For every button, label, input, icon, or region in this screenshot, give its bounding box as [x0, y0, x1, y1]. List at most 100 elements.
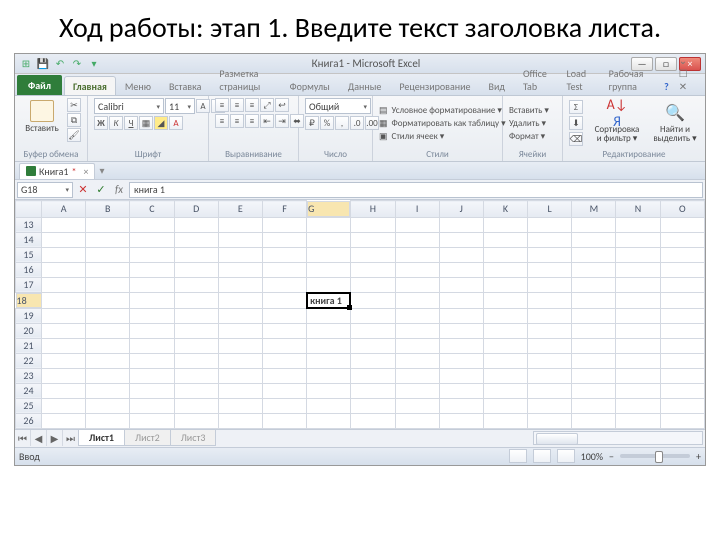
- fill-color-icon[interactable]: ◢: [154, 116, 168, 130]
- cell[interactable]: [351, 323, 395, 338]
- cell[interactable]: [395, 262, 439, 277]
- tab-view[interactable]: Вид: [480, 76, 514, 95]
- font-name-select[interactable]: Calibri▾: [94, 98, 164, 114]
- cell[interactable]: [86, 383, 130, 398]
- cell[interactable]: [307, 308, 351, 323]
- row-header[interactable]: 14: [16, 232, 42, 247]
- tab-loadtest[interactable]: Load Test: [558, 63, 600, 95]
- row-header[interactable]: 17: [16, 277, 42, 292]
- cell[interactable]: [395, 338, 439, 353]
- cell[interactable]: [130, 217, 174, 232]
- align-middle-icon[interactable]: ≡: [230, 98, 244, 112]
- cell[interactable]: [395, 308, 439, 323]
- cell[interactable]: [395, 277, 439, 292]
- view-pagebreak-icon[interactable]: [557, 449, 575, 463]
- col-header[interactable]: N: [616, 201, 660, 218]
- active-cell[interactable]: книга 1: [307, 292, 351, 308]
- redo-icon[interactable]: ↷: [70, 57, 84, 71]
- cell[interactable]: [660, 323, 704, 338]
- cell[interactable]: [483, 323, 527, 338]
- save-icon[interactable]: 💾: [36, 57, 50, 71]
- cell[interactable]: [86, 247, 130, 262]
- tab-review[interactable]: Рецензирование: [390, 76, 479, 95]
- cell[interactable]: [572, 292, 616, 308]
- number-format-select[interactable]: Общий▾: [305, 98, 371, 114]
- cell[interactable]: [307, 383, 351, 398]
- cell[interactable]: [660, 247, 704, 262]
- cell[interactable]: [174, 308, 218, 323]
- row-header[interactable]: 25: [16, 398, 42, 413]
- orientation-icon[interactable]: ⤢: [260, 98, 274, 112]
- cell[interactable]: [395, 232, 439, 247]
- row-header[interactable]: 20: [16, 323, 42, 338]
- cell[interactable]: [307, 247, 351, 262]
- cell[interactable]: [174, 368, 218, 383]
- tab-data[interactable]: Данные: [339, 76, 391, 95]
- cell[interactable]: [307, 338, 351, 353]
- fill-handle[interactable]: [347, 305, 352, 310]
- cell[interactable]: [86, 338, 130, 353]
- format-painter-icon[interactable]: 🖌: [67, 128, 81, 142]
- inc-decimal-icon[interactable]: .0: [350, 116, 364, 130]
- view-layout-icon[interactable]: [533, 449, 551, 463]
- find-select-button[interactable]: 🔍 Найти и выделить ▾: [651, 101, 699, 145]
- cell[interactable]: [395, 383, 439, 398]
- cell[interactable]: [130, 383, 174, 398]
- cell[interactable]: [218, 413, 262, 428]
- cell[interactable]: [42, 398, 86, 413]
- cell[interactable]: [351, 247, 395, 262]
- cell[interactable]: [218, 368, 262, 383]
- row-header[interactable]: 21: [16, 338, 42, 353]
- col-header[interactable]: H: [351, 201, 395, 218]
- cell[interactable]: [351, 398, 395, 413]
- cell[interactable]: [130, 262, 174, 277]
- select-all-corner[interactable]: [16, 201, 42, 218]
- cell[interactable]: [86, 292, 130, 308]
- cell[interactable]: [351, 353, 395, 368]
- cell[interactable]: [218, 383, 262, 398]
- workbook-tab[interactable]: Книга1 * ×: [19, 163, 95, 179]
- cell[interactable]: [483, 308, 527, 323]
- cell[interactable]: [528, 277, 572, 292]
- cell[interactable]: [483, 413, 527, 428]
- cell[interactable]: [130, 277, 174, 292]
- cell[interactable]: [351, 368, 395, 383]
- cell[interactable]: [616, 368, 660, 383]
- cell[interactable]: [395, 217, 439, 232]
- format-cells-button[interactable]: Формат ▾: [509, 131, 545, 142]
- cell[interactable]: [351, 292, 395, 308]
- tab-layout[interactable]: Разметка страницы: [210, 63, 280, 95]
- cell[interactable]: [262, 247, 306, 262]
- zoom-out-button[interactable]: −: [609, 450, 614, 463]
- col-header[interactable]: F: [262, 201, 306, 218]
- underline-button[interactable]: Ч: [124, 116, 138, 130]
- cell[interactable]: [218, 323, 262, 338]
- cell[interactable]: [660, 292, 704, 308]
- sheet-tab-1[interactable]: Лист1: [78, 430, 125, 446]
- cell[interactable]: [439, 353, 483, 368]
- cell-styles-button[interactable]: ▣Стили ячеек ▾: [379, 131, 444, 142]
- cell[interactable]: [572, 338, 616, 353]
- name-box-dropdown-icon[interactable]: ▾: [65, 185, 69, 194]
- cell[interactable]: [174, 398, 218, 413]
- cell[interactable]: [130, 413, 174, 428]
- cell[interactable]: [395, 353, 439, 368]
- grow-font-icon[interactable]: A: [196, 99, 210, 113]
- cell[interactable]: [86, 217, 130, 232]
- cell[interactable]: [130, 292, 174, 308]
- cell[interactable]: [439, 277, 483, 292]
- cell[interactable]: [528, 353, 572, 368]
- col-header[interactable]: G: [307, 201, 350, 217]
- cell[interactable]: [42, 353, 86, 368]
- col-header[interactable]: O: [660, 201, 704, 218]
- cell[interactable]: [616, 277, 660, 292]
- ribbon-extra-buttons[interactable]: ⌄ ☐ ✕: [674, 52, 703, 95]
- wrap-text-icon[interactable]: ↩: [275, 98, 289, 112]
- cell[interactable]: [262, 262, 306, 277]
- cell[interactable]: [218, 398, 262, 413]
- col-header[interactable]: L: [528, 201, 572, 218]
- cell[interactable]: [572, 277, 616, 292]
- cell[interactable]: [483, 217, 527, 232]
- row-header[interactable]: 18: [16, 293, 42, 308]
- cell[interactable]: [660, 232, 704, 247]
